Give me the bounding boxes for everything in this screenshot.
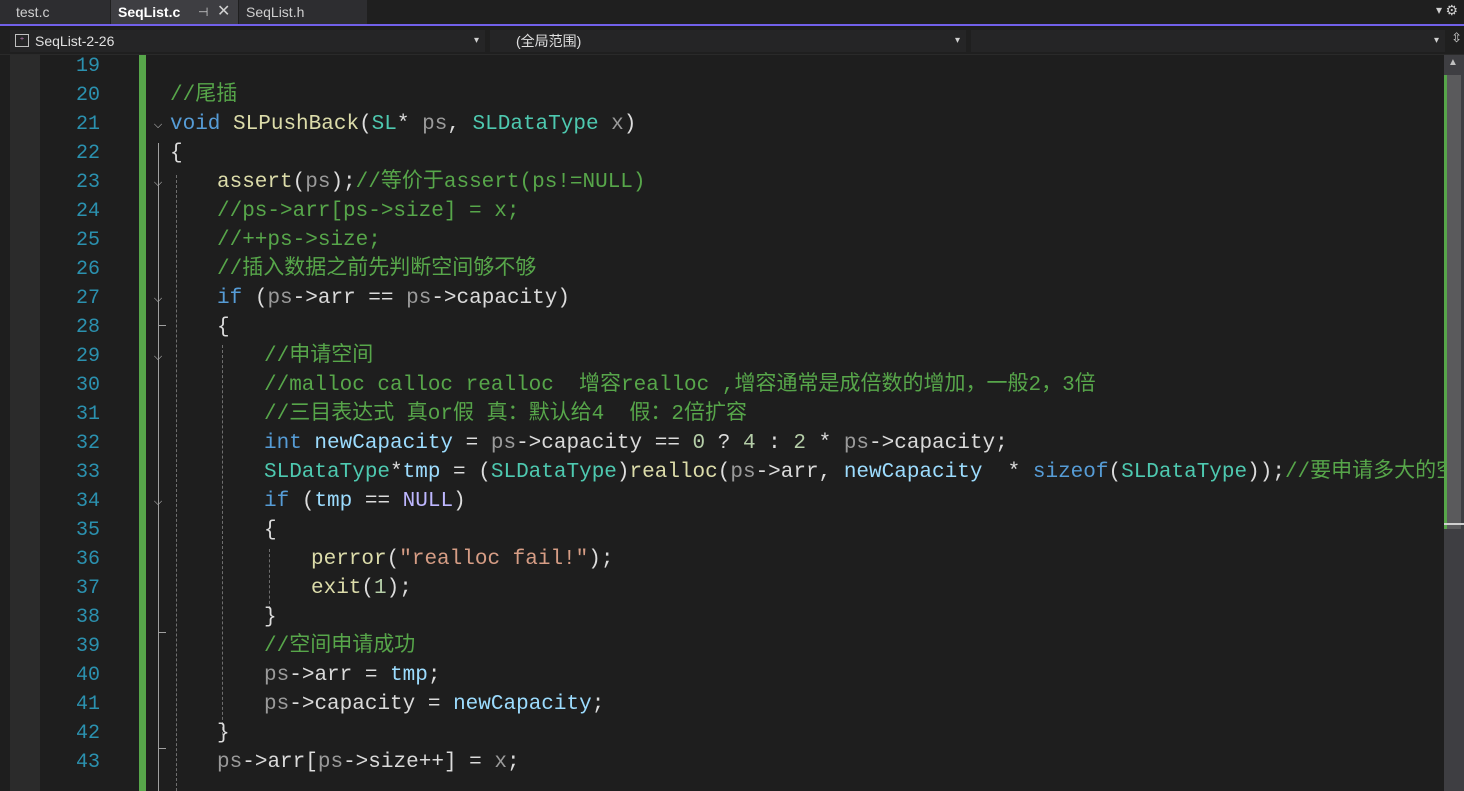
line-number: 23 — [75, 171, 100, 194]
line-number: 36 — [75, 548, 100, 571]
change-tracking-bar — [139, 55, 146, 791]
line-number: 32 — [75, 432, 100, 455]
line-number: 19 — [75, 55, 100, 78]
code-line-40[interactable]: ps->arr = tmp; — [264, 661, 440, 690]
project-dropdown[interactable]: ⁺ SeqList-2-26 ▾ — [10, 30, 485, 52]
line-number: 21 — [75, 113, 100, 136]
chevron-down-icon: ▾ — [473, 35, 479, 46]
code-line-25[interactable]: //++ps->size; — [217, 226, 381, 255]
pin-icon[interactable]: ⊣ — [198, 0, 208, 24]
line-number: 25 — [75, 229, 100, 252]
scope-dropdown[interactable]: (全局范围) ▾ — [490, 30, 966, 52]
line-number: 31 — [75, 403, 100, 426]
code-line-21[interactable]: void SLPushBack(SL* ps, SLDataType x) — [170, 110, 636, 139]
line-number: 35 — [75, 519, 100, 542]
tab-seqlist-h[interactable]: SeqList.h — [239, 0, 367, 24]
scroll-thumb[interactable] — [1447, 75, 1461, 529]
tab-test-c[interactable]: test.c — [0, 0, 110, 24]
chevron-down-icon: ▾ — [954, 35, 960, 46]
code-line-32[interactable]: int newCapacity = ps->capacity == 0 ? 4 … — [264, 429, 1008, 458]
outline-guide — [158, 317, 159, 337]
line-number: 33 — [75, 461, 100, 484]
code-line-29[interactable]: //申请空间 — [264, 342, 373, 371]
indent-guide — [176, 175, 177, 791]
outline-tick — [158, 748, 166, 749]
indent-guide — [269, 549, 270, 609]
code-line-33[interactable]: SLDataType*tmp = (SLDataType)realloc(ps-… — [264, 458, 1464, 487]
tab-label: SeqList.c — [118, 4, 181, 20]
scroll-up-icon[interactable]: ▲ — [1448, 57, 1458, 68]
scroll-caret-marker — [1444, 523, 1464, 525]
line-number: 29 — [75, 345, 100, 368]
line-number: 26 — [75, 258, 100, 281]
fold-chevron-icon[interactable]: ⌵ — [151, 111, 165, 140]
code-line-23[interactable]: assert(ps);//等价于assert(ps!=NULL) — [217, 168, 646, 197]
outline-tick — [158, 632, 166, 633]
code-line-38[interactable]: } — [264, 603, 277, 632]
line-number: 38 — [75, 606, 100, 629]
code-line-37[interactable]: exit(1); — [311, 574, 412, 603]
indent-guide — [222, 345, 223, 735]
code-line-30[interactable]: //malloc calloc realloc 增容realloc ,增容通常是… — [264, 371, 1096, 400]
close-icon[interactable]: ✕ — [217, 0, 230, 24]
code-line-41[interactable]: ps->capacity = newCapacity; — [264, 690, 604, 719]
line-number: 41 — [75, 693, 100, 716]
chevron-down-icon: ▾ — [1433, 35, 1439, 46]
scroll-change-marker — [1444, 75, 1447, 529]
code-line-39[interactable]: //空间申请成功 — [264, 632, 415, 661]
tab-seqlist-c[interactable]: SeqList.c ⊣ ✕ — [111, 0, 238, 24]
vertical-scrollbar[interactable]: ▲ — [1444, 55, 1464, 791]
chevron-down-icon[interactable]: ▾ — [1436, 3, 1442, 17]
indicator-margin — [10, 55, 40, 791]
project-name: SeqList-2-26 — [35, 33, 115, 49]
line-number: 42 — [75, 722, 100, 745]
code-line-27[interactable]: if (ps->arr == ps->capacity) — [217, 284, 570, 313]
code-line-42[interactable]: } — [217, 719, 230, 748]
line-number: 39 — [75, 635, 100, 658]
document-tab-strip: test.c SeqList.c ⊣ ✕ SeqList.h ▾ ⚙ — [0, 0, 1464, 26]
code-line-22[interactable]: { — [170, 139, 183, 168]
line-number: 37 — [75, 577, 100, 600]
line-number: 30 — [75, 374, 100, 397]
line-number: 40 — [75, 664, 100, 687]
code-line-20[interactable]: //尾插 — [170, 81, 237, 110]
tab-label: SeqList.h — [246, 4, 305, 20]
code-editor[interactable]: 19 20 21 22 23 24 25 26 27 28 29 30 31 32 33 34 35 36 37 38… — [0, 55, 1464, 791]
code-line-43[interactable]: ps->arr[ps->size++] = x; — [217, 748, 520, 777]
gear-icon[interactable]: ⚙ — [1445, 2, 1458, 19]
code-line-26[interactable]: //插入数据之前先判断空间够不够 — [217, 255, 536, 284]
code-line-35[interactable]: { — [264, 516, 277, 545]
line-number: 22 — [75, 142, 100, 165]
line-number: 24 — [75, 200, 100, 223]
line-number: 28 — [75, 316, 100, 339]
outline-guide — [158, 143, 159, 791]
code-line-31[interactable]: //三目表达式 真or假 真：默认给4 假：2倍扩容 — [264, 400, 747, 429]
scope-name: (全局范围) — [516, 33, 582, 49]
outline-tick — [158, 325, 166, 326]
tab-label: test.c — [16, 4, 50, 20]
line-number: 34 — [75, 490, 100, 513]
navigation-bar: ⁺ SeqList-2-26 ▾ (全局范围) ▾ ▾ ⇳ — [0, 28, 1464, 55]
project-icon: ⁺ — [15, 34, 29, 47]
code-line-24[interactable]: //ps->arr[ps->size] = x; — [217, 197, 519, 226]
line-number: 43 — [75, 751, 100, 774]
line-number: 20 — [75, 84, 100, 107]
code-line-36[interactable]: perror("realloc fail!"); — [311, 545, 613, 574]
member-dropdown[interactable]: ▾ — [971, 30, 1445, 52]
code-line-28[interactable]: { — [217, 313, 230, 342]
code-line-34[interactable]: if (tmp == NULL) — [264, 487, 466, 516]
line-number-gutter: 19 20 21 22 23 24 25 26 27 28 29 30 31 32 33 34 35 36 37 38… — [40, 55, 100, 791]
split-editor-icon[interactable]: ⇳ — [1451, 30, 1462, 46]
line-number: 27 — [75, 287, 100, 310]
